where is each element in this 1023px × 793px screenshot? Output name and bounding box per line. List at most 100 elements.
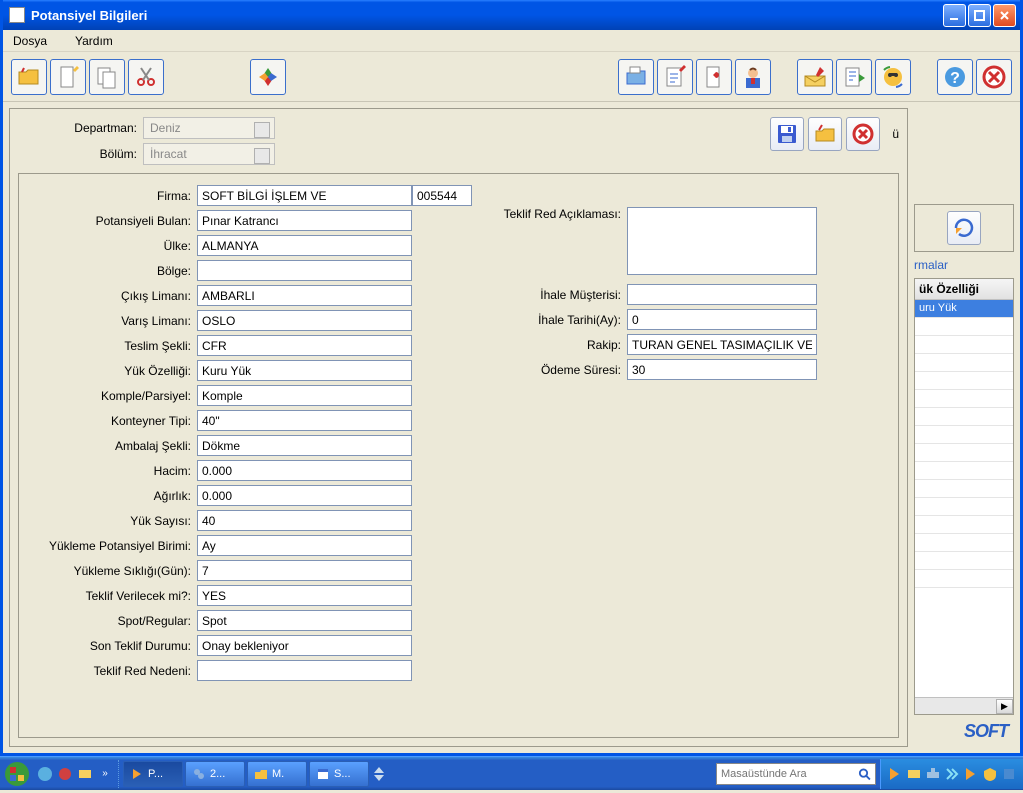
toolbar-cut-button[interactable] [128,59,164,95]
departman-label: Departman: [48,121,143,135]
grid-row[interactable] [915,408,1013,426]
varis-limani-input[interactable] [197,310,412,331]
konteyner-tipi-input[interactable] [197,410,412,431]
yukleme-birimi-input[interactable] [197,535,412,556]
toolbar-person-button[interactable] [735,59,771,95]
task-item[interactable]: 2... [185,761,245,787]
ql-icon[interactable] [56,765,74,783]
search-input[interactable] [721,768,858,780]
agirlik-input[interactable] [197,485,412,506]
grid-row[interactable] [915,444,1013,462]
minimize-button[interactable] [943,4,966,27]
tray-icon[interactable] [906,766,922,782]
tray-icon[interactable] [944,766,960,782]
save-button[interactable] [770,117,804,151]
toolbar-plugin-button[interactable] [250,59,286,95]
grid-row[interactable] [915,318,1013,336]
tray-icon[interactable] [887,766,903,782]
toolbar-pin-button[interactable] [696,59,732,95]
desktop-search[interactable] [716,763,876,785]
yuk-sayisi-input[interactable] [197,510,412,531]
tray-icon[interactable] [982,766,998,782]
search-icon[interactable] [858,767,871,781]
cikis-limani-input[interactable] [197,285,412,306]
potansiyeli-bulan-input[interactable] [197,210,412,231]
grid-row-selected[interactable]: uru Yük [915,300,1013,318]
grid-header[interactable]: ük Özelliği [915,279,1013,300]
task-item[interactable]: M. [247,761,307,787]
grid-row[interactable] [915,480,1013,498]
komple-parsiyel-input[interactable] [197,385,412,406]
close-button[interactable] [993,4,1016,27]
grid-row[interactable] [915,570,1013,588]
tray-icon[interactable] [963,766,979,782]
grid-row[interactable] [915,516,1013,534]
cancel-button[interactable] [846,117,880,151]
toolbar-edit-button[interactable] [50,59,86,95]
side-refresh-button[interactable] [947,211,981,245]
bolge-input[interactable] [197,260,412,281]
grid-row[interactable] [915,390,1013,408]
toolbar-open-button[interactable] [11,59,47,95]
menu-dosya[interactable]: Dosya [13,34,47,48]
firma-input[interactable] [197,185,412,206]
grid-row[interactable] [915,372,1013,390]
tray-icon[interactable] [1001,766,1017,782]
grid-scrollbar[interactable]: ▶ [915,697,1013,714]
grid-row[interactable] [915,462,1013,480]
grid-row[interactable] [915,426,1013,444]
toolbar-copy-button[interactable] [89,59,125,95]
task-chevron[interactable] [371,761,387,787]
departman-combo[interactable]: Deniz [143,117,275,139]
firma-code-input[interactable] [412,185,472,206]
toolbar-mail-button[interactable] [797,59,833,95]
toolbar-help-button[interactable]: ? [937,59,973,95]
task-item[interactable]: S... [309,761,369,787]
ulke-input[interactable] [197,235,412,256]
teklif-red-nedeni-input[interactable] [197,660,412,681]
taskbar: » P... 2... M. S... [0,756,1023,790]
rakip-input[interactable] [627,334,817,355]
ihale-musterisi-input[interactable] [627,284,817,305]
titlebar: Potansiyel Bilgileri [3,0,1020,30]
son-teklif-durumu-input[interactable] [197,635,412,656]
bolum-label: Bölüm: [48,147,143,161]
maximize-button[interactable] [968,4,991,27]
toolbar-refresh-button[interactable] [875,59,911,95]
scroll-right-button[interactable]: ▶ [996,699,1013,714]
odeme-suresi-input[interactable] [627,359,817,380]
ql-icon[interactable] [76,765,94,783]
toolbar-send-button[interactable] [836,59,872,95]
hacim-input[interactable] [197,460,412,481]
bolum-combo[interactable]: İhracat [143,143,275,165]
window-title: Potansiyel Bilgileri [31,8,941,23]
teklif-verilecek-input[interactable] [197,585,412,606]
spot-regular-input[interactable] [197,610,412,631]
side-link[interactable]: rmalar [914,258,1014,272]
main-toolbar: ? [3,52,1020,102]
open-folder-button[interactable] [808,117,842,151]
yuk-ozelligi-input[interactable] [197,360,412,381]
ql-chevron-icon[interactable]: » [96,765,114,783]
task-item[interactable]: P... [123,761,183,787]
teslim-sekli-input[interactable] [197,335,412,356]
tray-icon[interactable] [925,766,941,782]
start-button[interactable] [2,759,32,789]
grid-row[interactable] [915,534,1013,552]
menu-yardim[interactable]: Yardım [75,34,113,48]
teklif-red-aciklamasi-input[interactable] [627,207,817,275]
toolbar-close-button[interactable] [976,59,1012,95]
ihale-tarihi-input[interactable] [627,309,817,330]
grid-row[interactable] [915,354,1013,372]
grid-row[interactable] [915,552,1013,570]
yukleme-sikligi-input[interactable] [197,560,412,581]
ambalaj-sekli-input[interactable] [197,435,412,456]
toolbar-docs-button[interactable] [618,59,654,95]
toolbar-note-button[interactable] [657,59,693,95]
ql-icon[interactable] [36,765,54,783]
task-items: P... 2... M. S... [119,761,712,787]
app-icon [9,7,25,23]
grid-row[interactable] [915,336,1013,354]
grid-row[interactable] [915,498,1013,516]
side-grid[interactable]: ük Özelliği uru Yük [914,278,1014,715]
